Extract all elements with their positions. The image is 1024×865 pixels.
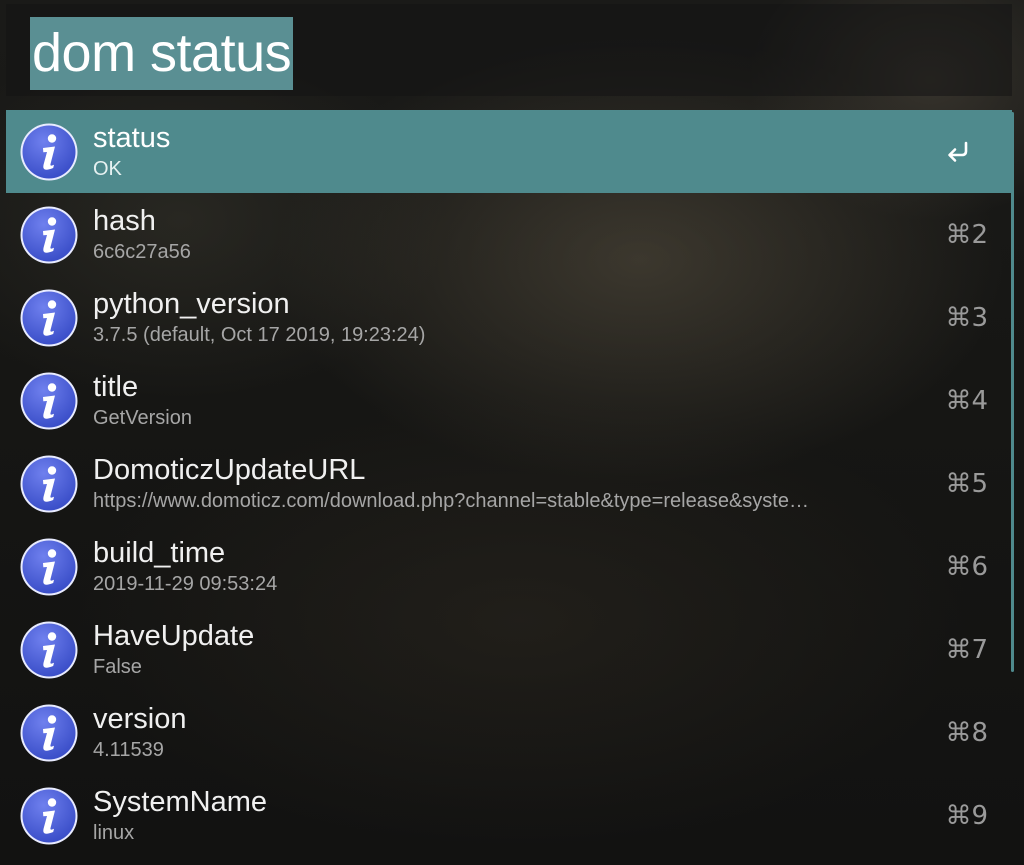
result-subtitle: linux — [93, 822, 135, 844]
info-icon — [19, 288, 79, 348]
result-subtitle: OK — [93, 158, 122, 180]
result-row-status[interactable]: status OK — [6, 110, 1012, 193]
result-shortcut: ⌘4 — [945, 386, 988, 416]
result-subtitle: 4.11539 — [93, 739, 164, 761]
info-icon — [19, 620, 79, 680]
info-icon — [19, 371, 79, 431]
info-icon — [19, 454, 79, 514]
result-subtitle: False — [93, 656, 142, 678]
launcher-window: dom status status OK hash 6c6c27a56 ⌘2 p… — [0, 0, 1024, 865]
result-title: version — [93, 703, 187, 735]
result-title: DomoticzUpdateURL — [93, 454, 366, 486]
result-subtitle: GetVersion — [93, 407, 192, 429]
result-subtitle: 6c6c27a56 — [93, 241, 191, 263]
result-shortcut: ⌘6 — [945, 552, 988, 582]
result-row-build-time[interactable]: build_time 2019-11-29 09:53:24 ⌘6 — [6, 525, 1012, 608]
result-shortcut: ⌘2 — [945, 220, 988, 250]
result-row-title[interactable]: title GetVersion ⌘4 — [6, 359, 1012, 442]
result-row-hash[interactable]: hash 6c6c27a56 ⌘2 — [6, 193, 1012, 276]
result-title: title — [93, 371, 139, 403]
result-row-version[interactable]: version 4.11539 ⌘8 — [6, 691, 1012, 774]
result-shortcut: ⌘3 — [945, 303, 988, 333]
search-input[interactable]: dom status — [30, 17, 294, 90]
result-subtitle: 3.7.5 (default, Oct 17 2019, 19:23:24) — [93, 324, 426, 346]
result-subtitle: https://www.domoticz.com/download.php?ch… — [93, 490, 809, 512]
result-row-domoticz-update-url[interactable]: DomoticzUpdateURL https://www.domoticz.c… — [6, 442, 1012, 525]
result-title: HaveUpdate — [93, 620, 255, 652]
result-subtitle: 2019-11-29 09:53:24 — [93, 573, 278, 595]
info-icon — [19, 205, 79, 265]
results-scrollbar[interactable] — [1011, 112, 1014, 672]
result-shortcut: ⌘7 — [945, 635, 988, 665]
result-row-system-name[interactable]: SystemName linux ⌘9 — [6, 774, 1012, 857]
result-title: status — [93, 122, 171, 154]
result-shortcut: ⌘8 — [945, 718, 988, 748]
search-bar[interactable]: dom status — [6, 4, 1012, 96]
info-icon — [19, 786, 79, 846]
result-title: build_time — [93, 537, 226, 569]
result-title: python_version — [93, 288, 290, 320]
results-list: status OK hash 6c6c27a56 ⌘2 python_versi… — [6, 110, 1014, 857]
result-title: SystemName — [93, 786, 268, 818]
result-shortcut: ⌘5 — [945, 469, 988, 499]
info-icon — [19, 122, 79, 182]
info-icon — [19, 703, 79, 763]
result-shortcut: ⌘9 — [945, 801, 988, 831]
result-row-python-version[interactable]: python_version 3.7.5 (default, Oct 17 20… — [6, 276, 1012, 359]
info-icon — [19, 537, 79, 597]
result-title: hash — [93, 205, 156, 237]
result-row-have-update[interactable]: HaveUpdate False ⌘7 — [6, 608, 1012, 691]
return-key-icon — [944, 138, 972, 166]
